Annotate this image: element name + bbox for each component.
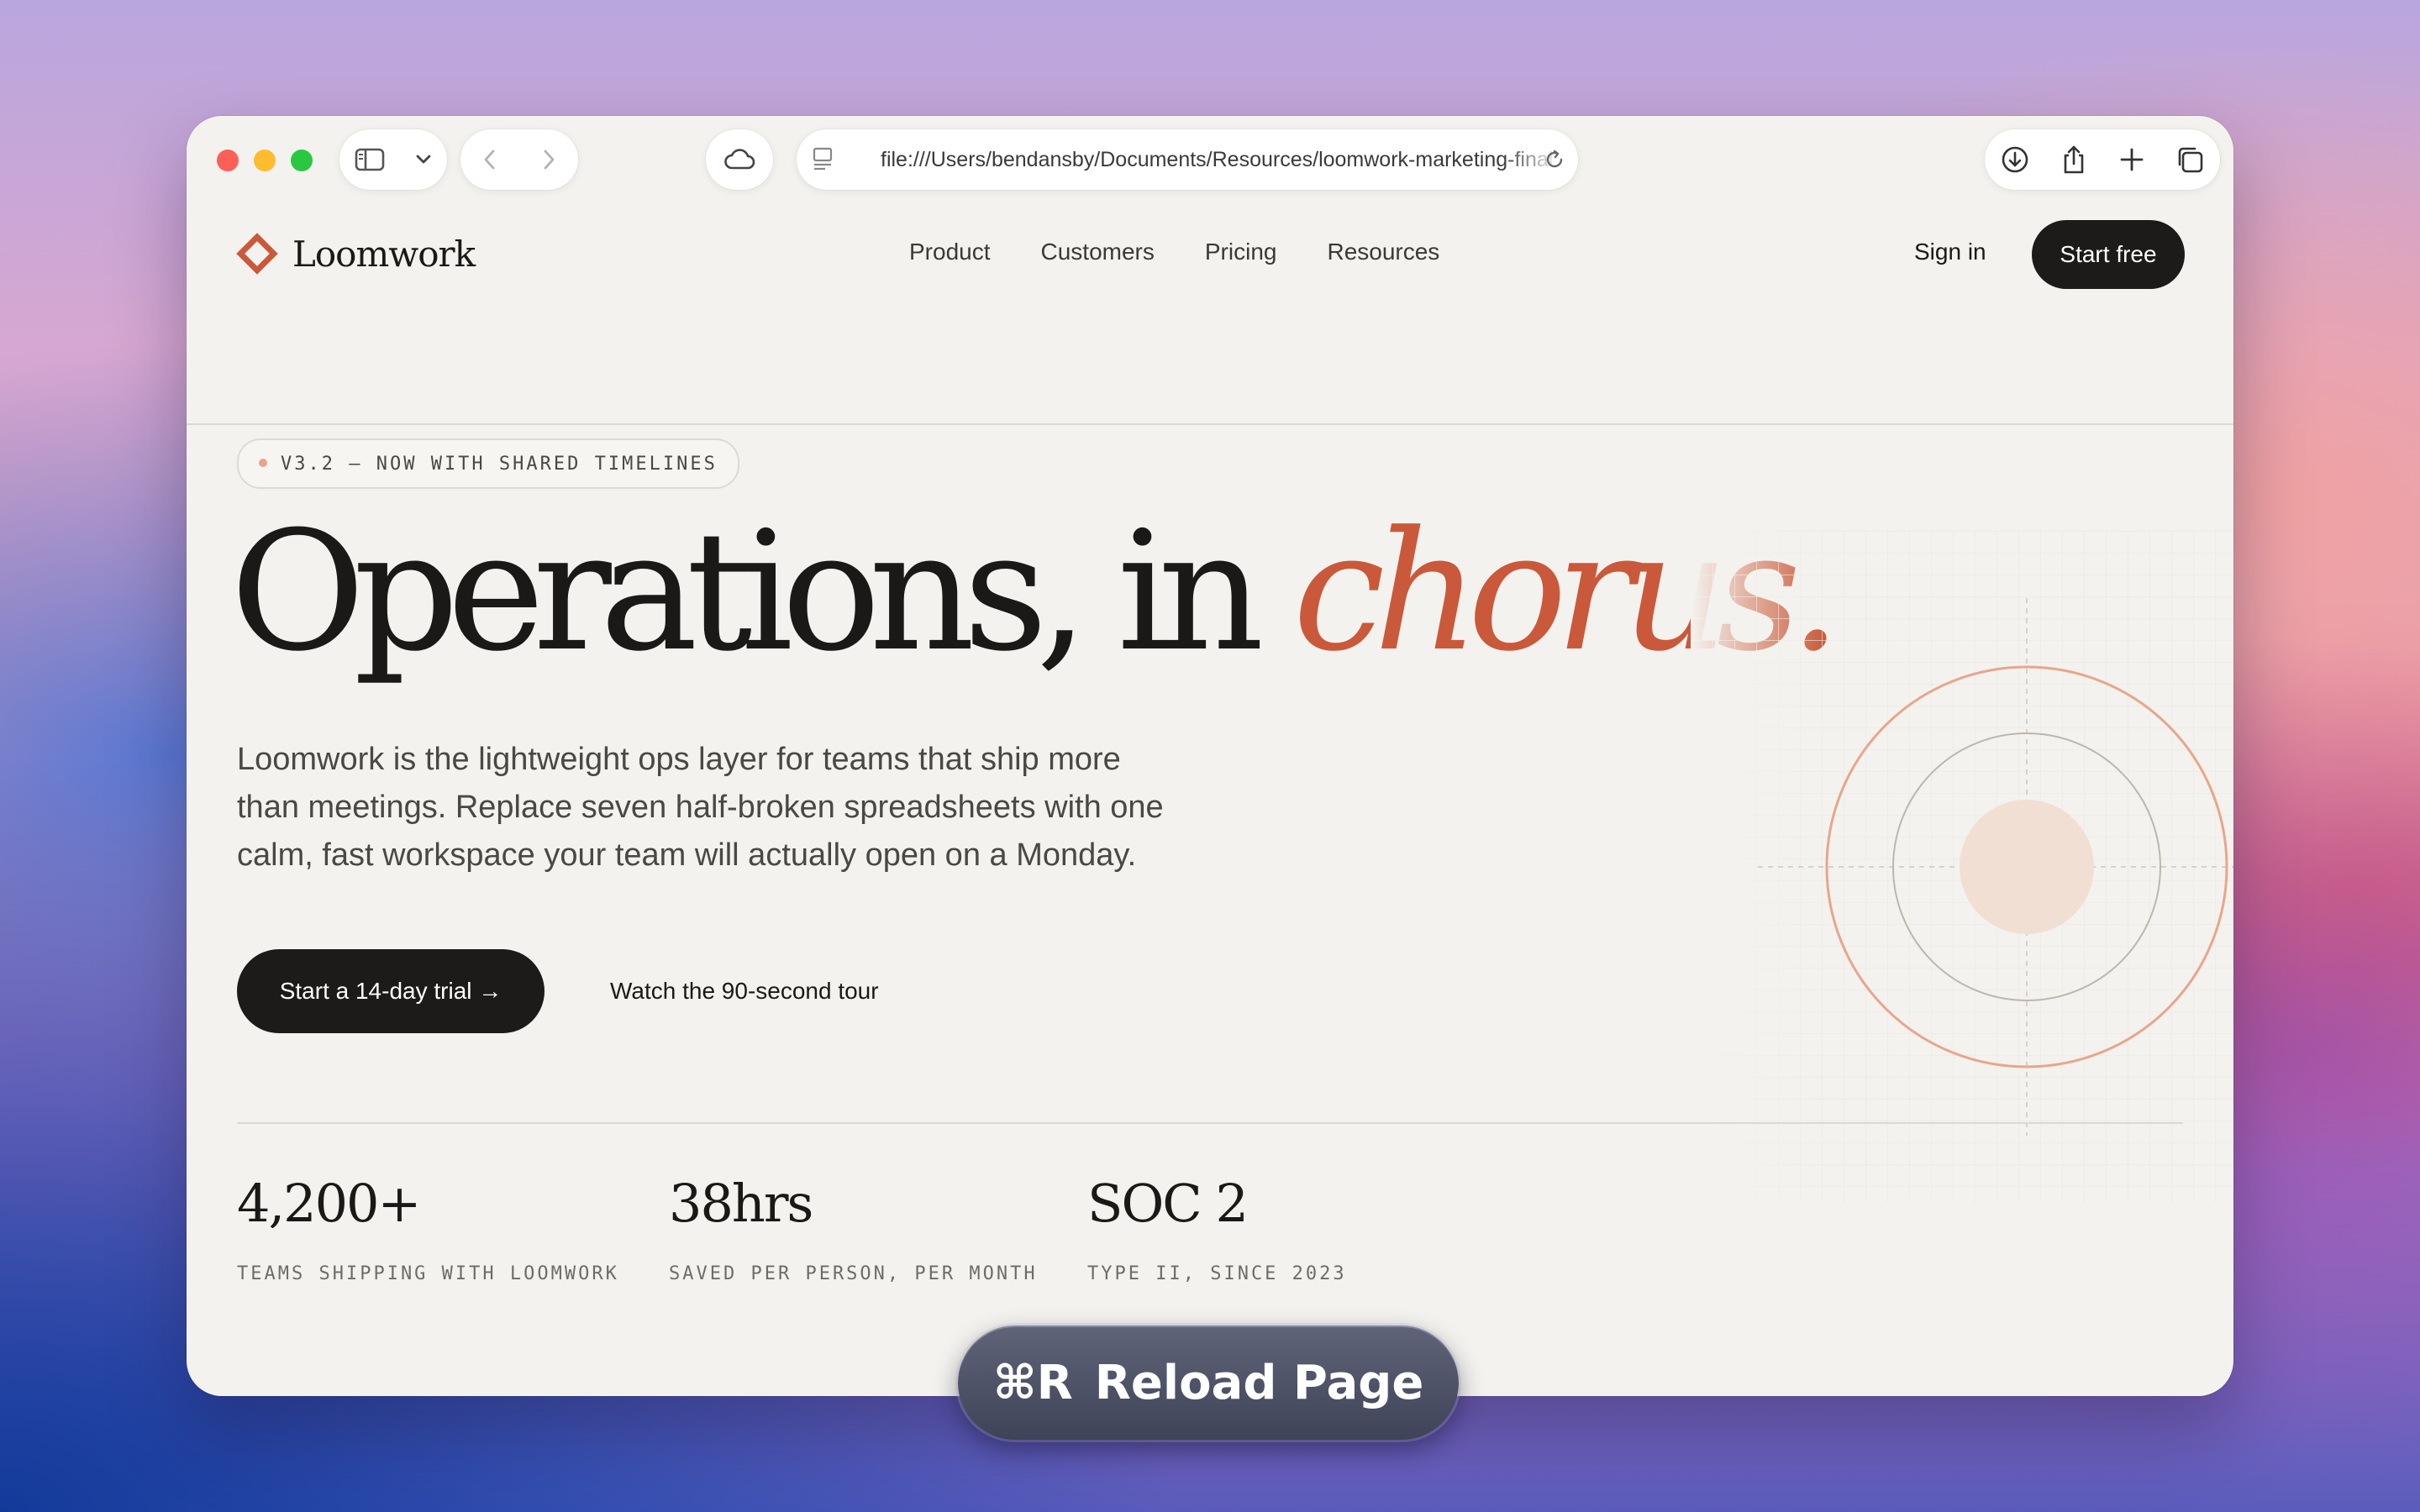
start-free-button[interactable]: Start free [2032, 220, 2185, 289]
nav-resources[interactable]: Resources [1327, 239, 1439, 265]
share-icon[interactable] [2060, 144, 2088, 176]
nav-customers[interactable]: Customers [1041, 239, 1155, 265]
stat-label: TEAMS SHIPPING WITH LOOMWORK [237, 1263, 619, 1284]
nav-pricing[interactable]: Pricing [1205, 239, 1277, 265]
stat-label: TYPE II, SINCE 2023 [1087, 1263, 1347, 1284]
fullscreen-window-button[interactable] [291, 150, 313, 171]
stat-value: 4,200+ [237, 1173, 421, 1234]
loomwork-logo-icon [236, 233, 278, 275]
badge-dot [259, 459, 267, 467]
hud-label: Reload Page [1094, 1355, 1424, 1410]
history-nav-group [460, 129, 578, 190]
url-text: file:///Users/bendansby/Documents/Resour… [881, 148, 1553, 171]
watch-tour-link[interactable]: Watch the 90-second tour [610, 978, 879, 1005]
browser-toolbar: file:///Users/bendansby/Documents/Resour… [187, 116, 2233, 213]
download-icon[interactable] [2000, 144, 2030, 175]
stats-divider [237, 1122, 2183, 1124]
close-window-button[interactable] [217, 150, 239, 171]
reload-icon[interactable] [1543, 148, 1566, 171]
shortcut-hud: ⌘R Reload Page [958, 1326, 1459, 1440]
page-menu-icon[interactable] [810, 144, 835, 173]
sidebar-icon[interactable] [355, 147, 385, 172]
sign-in-link[interactable]: Sign in [1914, 239, 1986, 265]
back-icon[interactable] [480, 146, 500, 173]
hero-headline: Operations, in chorus. [230, 486, 1842, 700]
forward-icon[interactable] [539, 146, 559, 173]
badge-text: V3.2 — NOW WITH SHARED TIMELINES [281, 453, 718, 475]
orbit-illustration [1691, 531, 2233, 1203]
stat-value: 38hrs [669, 1173, 813, 1234]
tab-overview-icon[interactable] [2175, 144, 2205, 175]
primary-nav: Product Customers Pricing Resources [909, 239, 1439, 265]
icloud-tabs-button[interactable] [706, 129, 773, 190]
minimize-window-button[interactable] [254, 150, 276, 171]
headline-main: Operations, in [230, 496, 1293, 688]
new-tab-icon[interactable] [2118, 146, 2145, 173]
site-logo[interactable]: Loomwork [234, 230, 476, 277]
toolbar-actions-group [1985, 129, 2220, 190]
cloud-icon [723, 148, 756, 171]
sidebar-toggle-group [339, 129, 447, 190]
stat-value: SOC 2 [1087, 1173, 1249, 1234]
release-badge[interactable]: V3.2 — NOW WITH SHARED TIMELINES [237, 438, 739, 489]
nav-divider [187, 423, 2233, 425]
stat-label: SAVED PER PERSON, PER MONTH [669, 1263, 1038, 1284]
address-bar[interactable]: file:///Users/bendansby/Documents/Resour… [797, 129, 1578, 190]
browser-window: file:///Users/bendansby/Documents/Resour… [187, 116, 2233, 1396]
start-trial-button[interactable]: Start a 14-day trial → [237, 949, 544, 1033]
hero-subhead: Loomwork is the lightweight ops layer fo… [237, 742, 1164, 873]
hud-shortcut: ⌘R [992, 1355, 1073, 1410]
nav-product[interactable]: Product [909, 239, 991, 265]
logo-text: Loomwork [292, 233, 476, 275]
chevron-down-icon[interactable] [414, 150, 433, 169]
